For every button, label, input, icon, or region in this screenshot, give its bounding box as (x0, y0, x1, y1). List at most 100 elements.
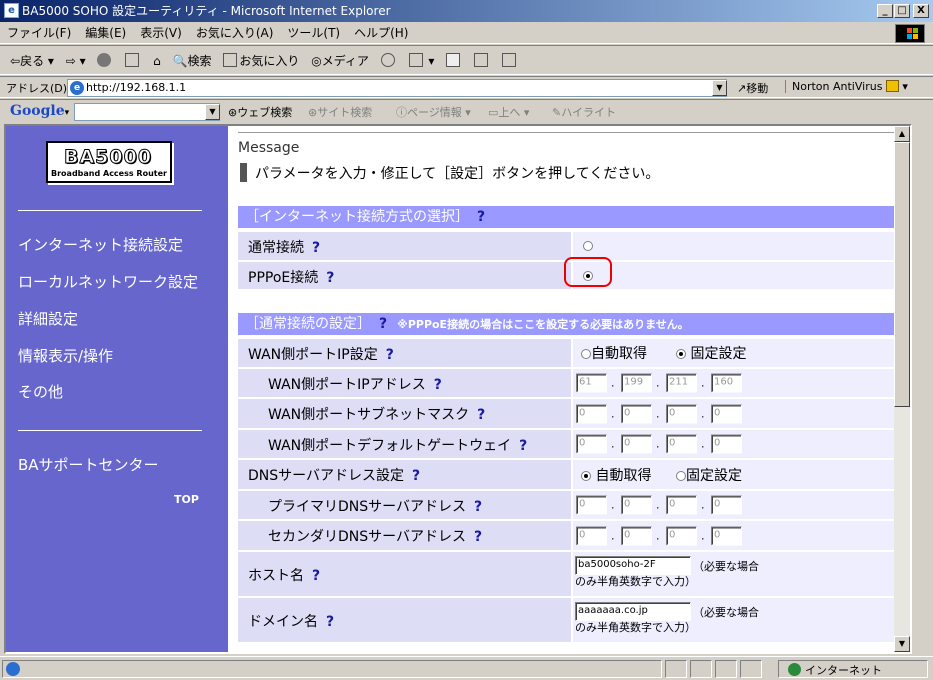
history-button[interactable] (377, 52, 401, 70)
wan-ip-octet-3[interactable]: 211 (666, 373, 697, 393)
wan-auto-option[interactable]: 自動取得 (581, 343, 647, 363)
google-search-dropdown-button[interactable]: ▼ (205, 104, 220, 120)
wan-gateway-text: WAN側ポートデフォルトゲートウェイ (268, 438, 512, 454)
wan-gw-octet-4[interactable]: 0 (711, 434, 742, 454)
address-dropdown-button[interactable]: ▼ (712, 80, 727, 96)
dns2-octet-3[interactable]: 0 (666, 526, 697, 545)
discuss-button[interactable] (498, 52, 522, 70)
sidebar-top-link[interactable]: TOP (174, 493, 199, 506)
dns-fixed-option[interactable]: 固定設定 (676, 465, 742, 485)
sidebar-item-other[interactable]: その他 (18, 381, 63, 402)
home-button[interactable]: ⌂ (149, 52, 165, 70)
go-button[interactable]: ↗移動 (737, 80, 768, 96)
page-status-icon (6, 662, 20, 676)
forward-button[interactable]: ⇨ ▾ (62, 52, 90, 70)
help-icon[interactable]: ? (434, 377, 442, 393)
norton-antivirus-button[interactable]: Norton AntiVirus ▾ (785, 80, 908, 93)
search-button[interactable]: 🔍検索 (169, 52, 216, 70)
wan-ip-octet-2[interactable]: 199 (621, 373, 652, 393)
google-web-search-button[interactable]: ⊛ウェブ検索 (228, 104, 292, 120)
favorites-button[interactable]: お気に入り (219, 52, 303, 70)
help-icon[interactable]: ? (326, 614, 334, 630)
help-icon[interactable]: ? (326, 270, 334, 286)
wan-mask-octet-1[interactable]: 0 (576, 404, 607, 423)
menu-tools[interactable]: ツール(T) (280, 22, 347, 44)
help-icon[interactable]: ? (379, 316, 387, 332)
wan-fixed-radio[interactable] (676, 349, 686, 359)
wan-ip-octet-4[interactable]: 160 (711, 373, 742, 393)
edit-icon (474, 53, 489, 67)
sidebar-item-lan[interactable]: ローカルネットワーク設定 (18, 271, 198, 292)
edit-button[interactable] (470, 52, 494, 70)
dns1-octet-2[interactable]: 0 (621, 495, 652, 515)
menu-help[interactable]: ヘルプ(H) (347, 22, 415, 44)
menu-edit[interactable]: 編集(E) (78, 22, 133, 44)
google-site-search-button[interactable]: ⊛サイト検索 (308, 104, 372, 120)
wan-gw-octet-1[interactable]: 0 (576, 434, 607, 454)
dns1-octet-3[interactable]: 0 (666, 495, 697, 515)
pppoe-connection-label: PPPoE接続? (248, 267, 334, 287)
stop-button[interactable] (93, 52, 117, 70)
refresh-button[interactable] (121, 52, 145, 70)
google-highlight-button[interactable]: ✎ハイライト (552, 104, 616, 120)
wan-mask-octet-4[interactable]: 0 (711, 404, 742, 423)
wan-gw-octet-3[interactable]: 0 (666, 434, 697, 454)
page-info-label: ページ情報 (407, 106, 462, 119)
dns-auto-option[interactable]: 自動取得 (581, 465, 651, 485)
wan-mask-octet-3[interactable]: 0 (666, 404, 697, 423)
wan-ip-mode-cell: 自動取得 固定設定 (571, 339, 900, 367)
scroll-down-button[interactable]: ▼ (894, 636, 910, 652)
menu-view[interactable]: 表示(V) (133, 22, 189, 44)
help-icon[interactable]: ? (386, 347, 394, 363)
wan-auto-radio[interactable] (581, 349, 591, 359)
status-pane (665, 660, 687, 678)
help-icon[interactable]: ? (519, 438, 527, 454)
minimize-button[interactable]: _ (877, 4, 893, 18)
dns-mode-label: DNSサーバアドレス設定? (248, 465, 420, 485)
dns-auto-radio[interactable] (581, 470, 591, 481)
back-button[interactable]: ⇦戻る ▾ (6, 52, 58, 70)
wan-gw-octet-2[interactable]: 0 (621, 434, 652, 454)
wan-gateway-cell: 0. 0. 0. 0 (571, 430, 900, 458)
sidebar-item-support[interactable]: BAサポートセンター (18, 454, 159, 475)
highlight-label: ハイライト (561, 106, 616, 119)
sidebar-item-advanced[interactable]: 詳細設定 (18, 308, 78, 329)
google-up-button[interactable]: ▭上へ ▾ (488, 104, 529, 120)
help-icon[interactable]: ? (312, 240, 320, 256)
close-button[interactable]: X (913, 4, 929, 18)
wan-mask-octet-2[interactable]: 0 (621, 404, 652, 423)
maximize-button[interactable]: □ (894, 4, 910, 18)
help-icon[interactable]: ? (312, 568, 320, 584)
dns2-octet-2[interactable]: 0 (621, 526, 652, 545)
media-button[interactable]: ◎メディア (307, 52, 373, 70)
sidebar-item-info[interactable]: 情報表示/操作 (18, 345, 113, 366)
help-icon[interactable]: ? (474, 529, 482, 545)
menu-favorites[interactable]: お気に入り(A) (189, 22, 281, 44)
normal-connection-label: 通常接続? (248, 237, 320, 257)
wan-fixed-option[interactable]: 固定設定 (676, 343, 746, 363)
help-icon[interactable]: ? (477, 407, 485, 423)
dns1-octet-1[interactable]: 0 (576, 495, 607, 515)
refresh-icon (125, 53, 140, 67)
wan-ip-octet-1[interactable]: 61 (576, 373, 607, 393)
google-logo[interactable]: Google▾ (10, 103, 69, 119)
mail-button[interactable]: ▾ (405, 52, 439, 70)
vertical-scrollbar[interactable]: ▲ ▼ (894, 126, 910, 652)
dns2-octet-4[interactable]: 0 (711, 526, 742, 545)
help-icon[interactable]: ? (477, 209, 485, 225)
print-button[interactable] (442, 52, 466, 70)
help-icon[interactable]: ? (474, 499, 482, 515)
wan-ip-mode-text: WAN側ポートIP設定 (248, 347, 378, 363)
help-icon[interactable]: ? (412, 468, 420, 484)
scroll-up-button[interactable]: ▲ (894, 126, 910, 142)
dns-fixed-radio[interactable] (676, 470, 686, 481)
google-search-input[interactable] (74, 103, 220, 121)
address-input[interactable]: e http://192.168.1.1 (67, 79, 727, 97)
scroll-thumb[interactable] (894, 142, 910, 407)
dns2-octet-1[interactable]: 0 (576, 526, 607, 545)
sidebar-item-internet[interactable]: インターネット接続設定 (18, 234, 183, 255)
google-page-info-button[interactable]: ⓘページ情報 ▾ (396, 104, 471, 120)
dns1-octet-4[interactable]: 0 (711, 495, 742, 515)
normal-connection-radio[interactable] (583, 241, 593, 251)
menu-file[interactable]: ファイル(F) (0, 22, 78, 44)
